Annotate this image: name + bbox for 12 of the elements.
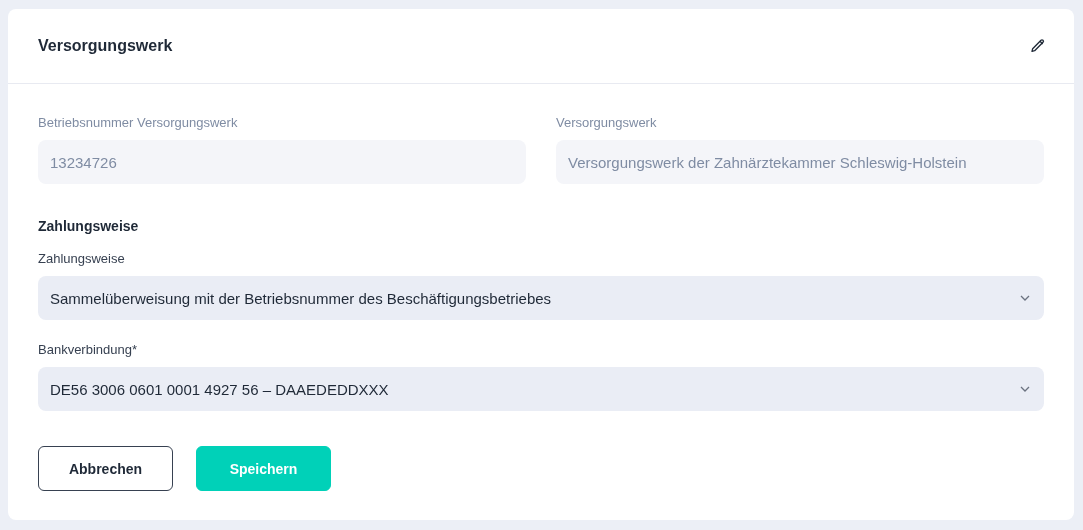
dropdown-select[interactable]: Sammelüberweisung mit der Betriebsnummer des Beschäftigungsbetriebes: [38, 276, 1044, 320]
field-label: Bankverbindung*: [38, 342, 139, 358]
cancel-button[interactable]: Abbrechen: [38, 446, 173, 491]
field-label: Betriebsnummer Versorgungswerk: [38, 115, 239, 131]
section-title: Zahlungsweise: [38, 218, 140, 234]
dropdown-select[interactable]: DE56 3006 0601 0001 4927 56 – DAAEDEDDXXX: [38, 367, 1044, 411]
chevron-down-icon: [1020, 295, 1030, 301]
pencil-icon: [1030, 38, 1046, 54]
card-title: Versorgungswerk: [38, 37, 173, 55]
field-label: Versorgungswerk: [556, 115, 658, 131]
field-label: Zahlungsweise: [38, 251, 126, 267]
chevron-down-icon: [1020, 386, 1030, 392]
